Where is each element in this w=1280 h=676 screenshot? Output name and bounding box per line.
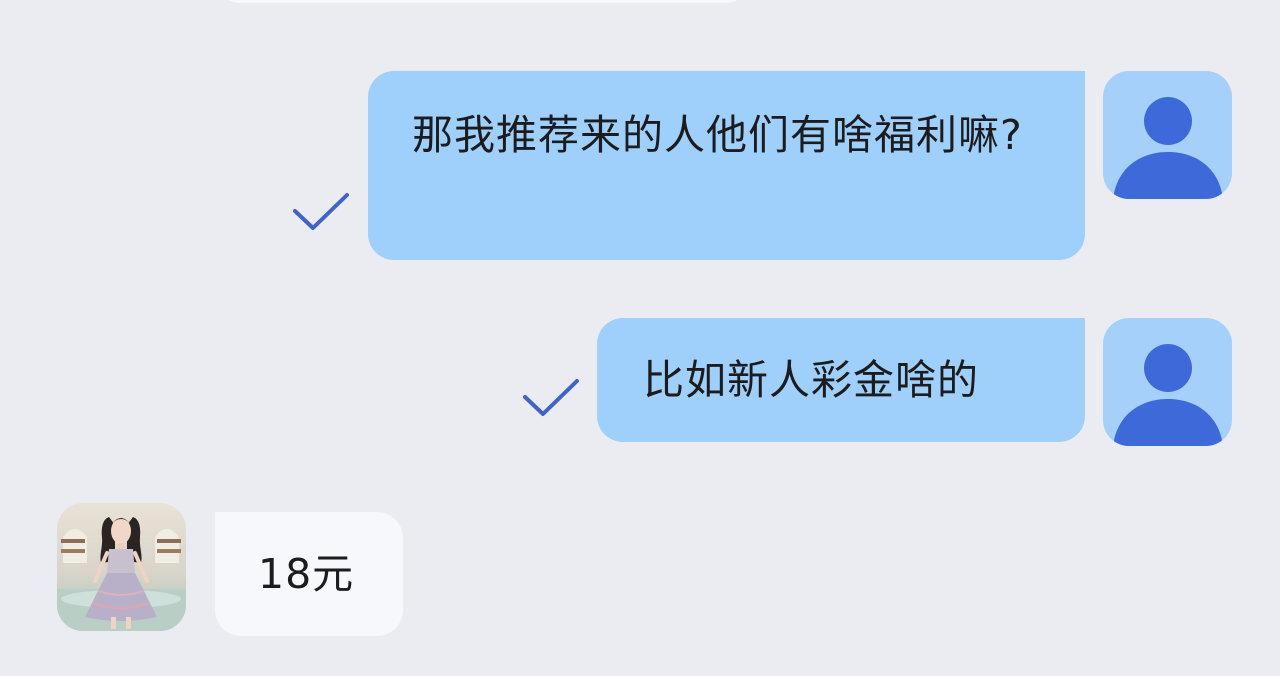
message-text: 比如新人彩金啥的 bbox=[643, 356, 979, 404]
outgoing-message-bubble[interactable]: 那我推荐来的人他们有啥福利嘛? bbox=[368, 71, 1085, 260]
message-text: 18元 bbox=[258, 550, 355, 598]
message-text: 那我推荐来的人他们有啥福利嘛? bbox=[412, 111, 1023, 159]
incoming-message-bubble[interactable]: 18元 bbox=[215, 512, 403, 636]
outgoing-message-bubble[interactable]: 比如新人彩金啥的 bbox=[597, 318, 1085, 442]
contact-avatar[interactable] bbox=[57, 503, 186, 631]
read-checkmark-icon bbox=[293, 193, 349, 230]
chat-message-list[interactable]: 那我推荐来的人他们有啥福利嘛? 比如新人彩金啥的 18元 bbox=[0, 0, 1280, 676]
contact-photo-avatar bbox=[57, 503, 186, 631]
self-avatar[interactable] bbox=[1103, 318, 1232, 446]
read-checkmark-icon bbox=[523, 379, 579, 416]
user-silhouette-icon bbox=[1113, 344, 1223, 446]
previous-message-bubble[interactable] bbox=[218, 0, 748, 3]
self-avatar[interactable] bbox=[1103, 71, 1232, 199]
user-silhouette-icon bbox=[1113, 97, 1223, 199]
